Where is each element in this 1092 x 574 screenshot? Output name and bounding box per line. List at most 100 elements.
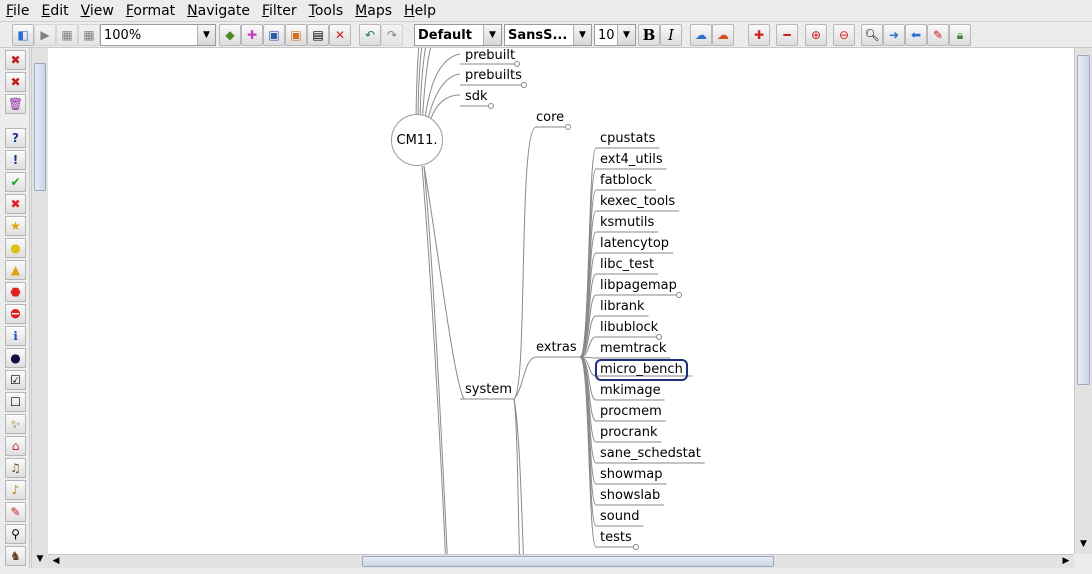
node-system[interactable]: system [465,382,512,398]
undo-icon[interactable]: ↶ [359,24,381,46]
node-sdk[interactable]: sdk [465,89,488,105]
remove-all-icon[interactable]: 🗑︎ [5,94,26,114]
lock-icon[interactable]: 🔒︎ [949,24,971,46]
collapse-node-icon[interactable]: ⊖ [833,24,855,46]
node-fatblock[interactable]: fatblock [600,173,652,189]
node-ext4-utils[interactable]: ext4_utils [600,152,663,168]
remove-last-icon[interactable]: ✖ [5,72,26,92]
redo-icon[interactable]: ↷ [381,24,403,46]
remove-first-icon[interactable]: ✖ [5,50,26,70]
checkbox-empty-icon[interactable]: ☐ [5,392,26,412]
scroll-left-icon[interactable]: ◀ [50,555,62,567]
chevron-down-icon[interactable]: ▼ [573,25,591,45]
canvas-horizontal-scrollbar-thumb[interactable] [362,556,774,567]
chevron-down-icon[interactable]: ▼ [483,25,501,45]
zoom-select[interactable]: 100% ▼ [100,24,216,46]
node-libpagemap[interactable]: libpagemap [600,278,677,294]
sidebar-scrollbar-thumb[interactable] [34,63,46,191]
node-sane-schedstat[interactable]: sane_schedstat [600,446,701,462]
no-entry-icon[interactable]: ⛔︎ [5,304,26,324]
scroll-right-icon[interactable]: ▶ [1060,555,1072,567]
menu-format[interactable]: Format [122,1,179,21]
toggle-panel-icon[interactable]: ◧ [12,24,34,46]
node-procrank[interactable]: procrank [600,425,658,441]
node-micro-bench-selected[interactable]: micro_bench [595,359,688,381]
brush-icon[interactable]: ♞ [5,546,26,566]
sidebar-scrollbar[interactable]: ▼ [31,48,48,568]
info-icon[interactable]: ℹ [5,326,26,346]
chevron-down-icon[interactable]: ▼ [617,25,635,45]
new-map-icon[interactable]: ✚ [241,24,263,46]
magnifier-icon[interactable]: ⚲ [5,524,26,544]
open-map-icon[interactable]: ◆ [219,24,241,46]
canvas-horizontal-scrollbar[interactable]: ◀ ▶ [48,554,1074,568]
menu-view[interactable]: View [77,1,118,21]
find-icon[interactable]: 🔍︎ [861,24,883,46]
page-alt-icon[interactable]: ▦ [78,24,100,46]
node-prebuilt[interactable]: prebuilt [465,48,515,64]
italic-button[interactable]: I [660,24,682,46]
find-previous-icon[interactable]: ⬅ [905,24,927,46]
node-memtrack[interactable]: memtrack [600,341,666,357]
menu-navigate[interactable]: Navigate [183,1,254,21]
font-select[interactable]: SansS... ▼ [504,24,592,46]
star-icon[interactable]: ★ [5,216,26,236]
node-kexec-tools[interactable]: kexec_tools [600,194,675,210]
warning-icon[interactable]: ▲ [5,260,26,280]
magic-wand-icon[interactable]: ✨︎ [5,414,26,434]
expand-node-icon[interactable]: ⊕ [805,24,827,46]
page-icon[interactable]: ▦ [56,24,78,46]
canvas-vertical-scrollbar[interactable]: ▼ [1074,48,1092,554]
pencil-icon[interactable]: ✎ [5,502,26,522]
node-libc-test[interactable]: libc_test [600,257,654,273]
save-icon[interactable]: ▣ [263,24,285,46]
close-map-icon[interactable]: ✕ [329,24,351,46]
node-showslab[interactable]: showslab [600,488,660,504]
print-icon[interactable]: ▤ [307,24,329,46]
trumpet-icon[interactable]: ♪ [5,480,26,500]
node-procmem[interactable]: procmem [600,404,662,420]
node-librank[interactable]: librank [600,299,645,315]
menu-maps[interactable]: Maps [351,1,396,21]
chevron-down-icon[interactable]: ▼ [197,25,215,45]
close-icon[interactable]: ✖ [5,194,26,214]
node-sound[interactable]: sound [600,509,639,525]
node-tests[interactable]: tests [600,530,632,546]
menu-help[interactable]: Help [400,1,440,21]
root-node[interactable]: CM11. [391,114,443,166]
bold-button[interactable]: B [638,24,660,46]
mindmap-canvas[interactable]: CM11. prebuilt prebuilts sdk system core… [48,48,1074,554]
menu-filter[interactable]: Filter [258,1,301,21]
save-as-icon[interactable]: ▣ [285,24,307,46]
back-icon[interactable]: ▶ [34,24,56,46]
cloud-color-icon[interactable]: ☁ [712,24,734,46]
home-icon[interactable]: ⌂ [5,436,26,456]
question-icon[interactable]: ? [5,128,26,148]
node-mkimage[interactable]: mkimage [600,383,661,399]
node-extras[interactable]: extras [536,340,577,356]
scroll-down-icon[interactable]: ▼ [33,554,47,566]
node-showmap[interactable]: showmap [600,467,662,483]
scroll-down-icon[interactable]: ▼ [1077,538,1090,550]
node-latencytop[interactable]: latencytop [600,236,669,252]
menu-file[interactable]: File [2,1,33,21]
node-cpustats[interactable]: cpustats [600,131,655,147]
bomb-icon[interactable]: ● [5,348,26,368]
check-icon[interactable]: ✔ [5,172,26,192]
exclamation-icon[interactable]: ! [5,150,26,170]
menu-tools[interactable]: Tools [305,1,348,21]
music-icon[interactable]: ♫ [5,458,26,478]
find-next-icon[interactable]: ➜ [883,24,905,46]
checkbox-checked-icon[interactable]: ☑ [5,370,26,390]
font-size-select[interactable]: 10 ▼ [594,24,636,46]
canvas-vertical-scrollbar-thumb[interactable] [1077,55,1090,385]
stop-icon[interactable]: ⬣ [5,282,26,302]
node-ksmutils[interactable]: ksmutils [600,215,654,231]
menu-edit[interactable]: Edit [37,1,72,21]
remove-node-icon[interactable]: ━ [776,24,798,46]
style-select[interactable]: Default ▼ [414,24,502,46]
node-libublock[interactable]: libublock [600,320,658,336]
node-prebuilts[interactable]: prebuilts [465,68,522,84]
node-core[interactable]: core [536,110,564,126]
cloud-icon[interactable]: ☁ [690,24,712,46]
